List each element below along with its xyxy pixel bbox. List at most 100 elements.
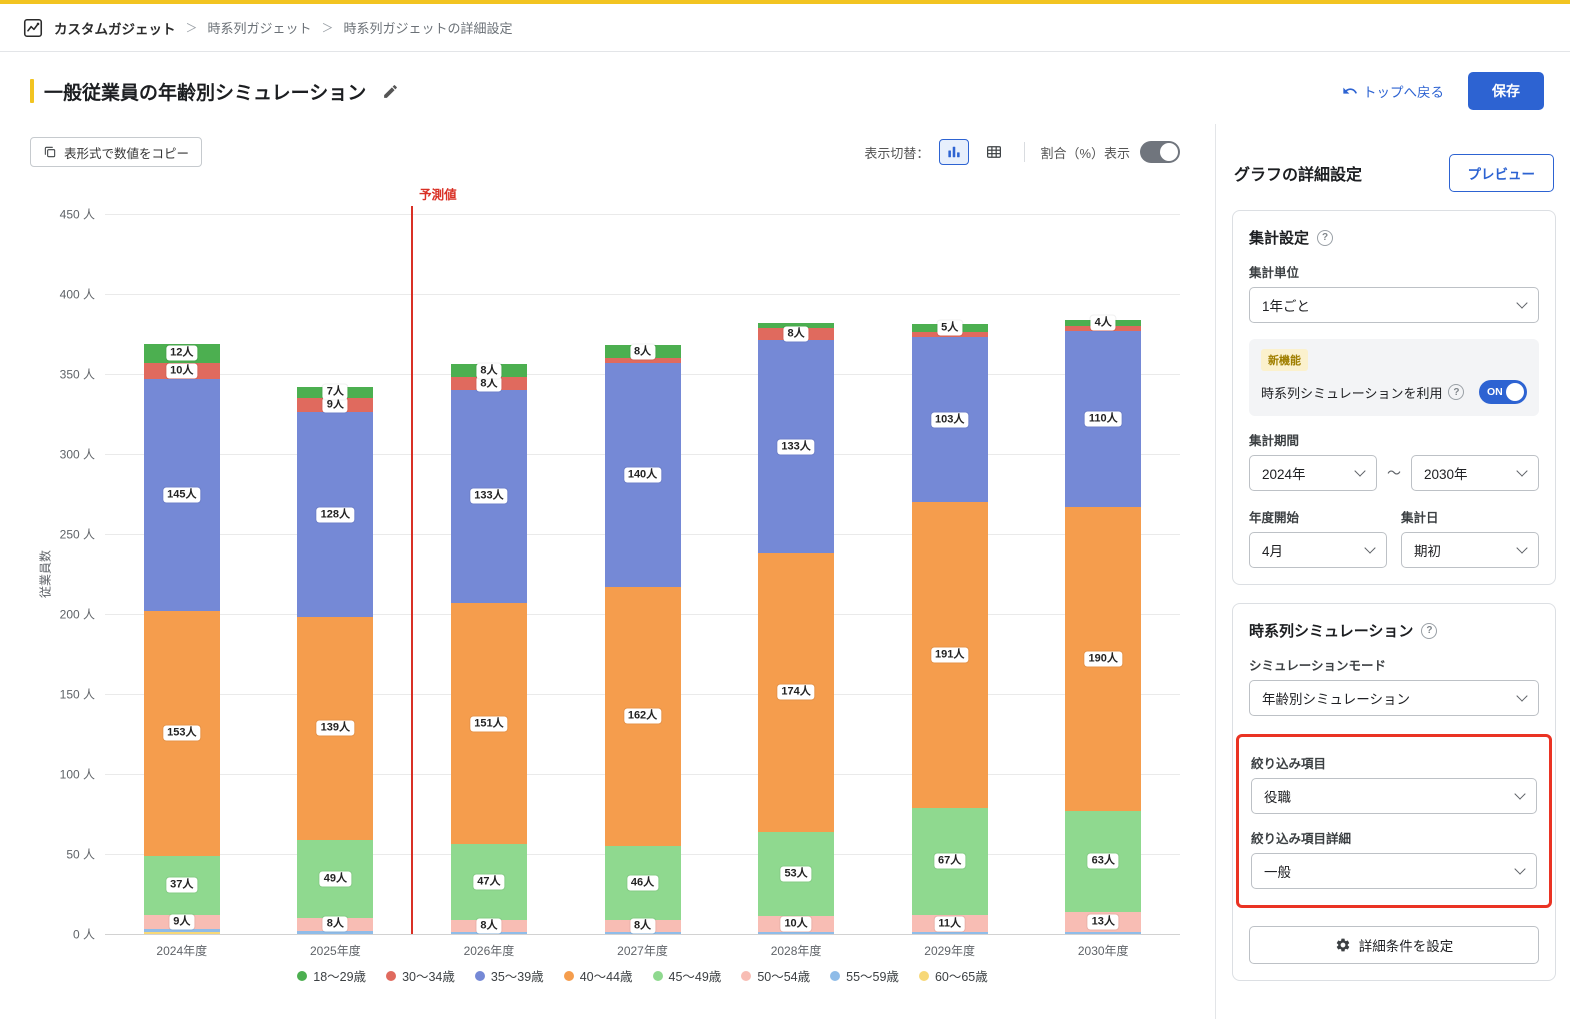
- toolbar-divider: [1024, 142, 1025, 162]
- aggregation-date-value: 期初: [1414, 540, 1441, 560]
- aggregation-settings-title: 集計設定: [1249, 227, 1309, 248]
- help-icon[interactable]: ?: [1317, 230, 1333, 246]
- legend-color-dot: [653, 971, 663, 981]
- bar-value-label: 133人: [470, 489, 507, 504]
- x-axis-label: 2030年度: [1078, 942, 1129, 959]
- period-from-value: 2024年: [1262, 463, 1306, 483]
- bar-value-label: 151人: [470, 716, 507, 731]
- legend-item: 40〜44歳: [564, 966, 633, 985]
- filter-item-select[interactable]: 役職: [1251, 778, 1537, 814]
- fiscal-start-value: 4月: [1262, 540, 1283, 560]
- timeseries-simulation-card: 時系列シミュレーション ? シミュレーションモード 年齢別シミュレーション 絞り…: [1232, 603, 1556, 981]
- legend-label: 35〜39歳: [491, 966, 544, 985]
- chevron-down-icon: [1516, 542, 1527, 553]
- bar-value-label: 145人: [163, 487, 200, 502]
- y-tick-label: 200 人: [60, 606, 95, 623]
- chevron-down-icon: [1514, 863, 1525, 874]
- chart-view-button[interactable]: [939, 139, 969, 165]
- bar-2029年度: 11人67人191人103人5人: [912, 214, 988, 934]
- filter-detail-select[interactable]: 一般: [1251, 853, 1537, 889]
- fiscal-start-select[interactable]: 4月: [1249, 532, 1387, 568]
- highlight-red-box: 絞り込み項目 役職 絞り込み項目詳細 一般: [1236, 734, 1552, 908]
- breadcrumb-item-timeseries-gadget[interactable]: 時系列ガジェット: [208, 18, 312, 37]
- bar-value-label: 191人: [931, 647, 968, 662]
- simulation-mode-value: 年齢別シミュレーション: [1262, 688, 1410, 708]
- new-feature-badge: 新機能: [1261, 349, 1308, 371]
- aggregation-unit-value: 1年ごと: [1262, 295, 1310, 315]
- preview-button[interactable]: プレビュー: [1449, 154, 1555, 192]
- x-axis-label: 2028年度: [771, 942, 822, 959]
- y-tick-label: 450 人: [60, 206, 95, 223]
- legend-label: 40〜44歳: [580, 966, 633, 985]
- legend-item: 30〜34歳: [386, 966, 455, 985]
- edit-title-button[interactable]: [380, 81, 401, 102]
- chart-toolbar: 表形式で数値をコピー 表示切替：: [30, 136, 1215, 168]
- undo-icon: [1342, 83, 1358, 99]
- breadcrumb-separator: ＞: [186, 19, 198, 36]
- legend-color-dot: [919, 971, 929, 981]
- copy-as-table-label: 表形式で数値をコピー: [64, 143, 189, 162]
- bar-value-label: 5人: [937, 321, 962, 336]
- x-axis-label: 2024年度: [156, 942, 207, 959]
- legend-color-dot: [564, 971, 574, 981]
- detail-conditions-button[interactable]: 詳細条件を設定: [1249, 926, 1539, 964]
- legend-label: 50〜54歳: [757, 966, 810, 985]
- display-switch-label: 表示切替：: [864, 143, 929, 162]
- y-axis-title: 従業員数: [37, 550, 54, 598]
- bar-value-label: 8人: [323, 917, 348, 932]
- bar-value-label: 53人: [780, 867, 811, 882]
- x-axis-label: 2027年度: [617, 942, 668, 959]
- legend-item: 55〜59歳: [830, 966, 899, 985]
- bar-value-label: 8人: [630, 344, 655, 359]
- legend-item: 45〜49歳: [653, 966, 722, 985]
- bar-value-label: 49人: [320, 871, 351, 886]
- bar-2030年度: 13人63人190人110人4人: [1065, 214, 1141, 934]
- y-tick-label: 350 人: [60, 366, 95, 383]
- bar-value-label: 10人: [166, 363, 197, 378]
- bar-value-label: 174人: [777, 685, 814, 700]
- bar-value-label: 153人: [163, 726, 200, 741]
- period-to-select[interactable]: 2030年: [1411, 455, 1539, 491]
- bar-value-label: 46人: [627, 875, 658, 890]
- legend-color-dot: [386, 971, 396, 981]
- bar-value-label: 63人: [1088, 854, 1119, 869]
- breadcrumb-item-custom-gadget[interactable]: カスタムガジェット: [54, 18, 176, 38]
- bar-value-label: 13人: [1088, 915, 1119, 930]
- pencil-icon: [382, 83, 399, 100]
- bar-segment: [144, 929, 220, 932]
- legend-label: 18〜29歳: [313, 966, 366, 985]
- chart-legend: 18〜29歳 30〜34歳 35〜39歳 40〜44歳 45〜49歳 50〜54歳 55〜5…: [105, 966, 1180, 985]
- legend-label: 60〜65歳: [935, 966, 988, 985]
- copy-as-table-button[interactable]: 表形式で数値をコピー: [30, 137, 202, 167]
- aggregation-settings-card: 集計設定 ? 集計単位 1年ごと 新機能 時系列シミュレーションを利用 ? ON: [1232, 210, 1556, 585]
- table-icon: [985, 143, 1003, 161]
- help-icon[interactable]: ?: [1421, 623, 1437, 639]
- legend-item: 18〜29歳: [297, 966, 366, 985]
- x-axis-label: 2026年度: [464, 942, 515, 959]
- y-tick-label: 400 人: [60, 286, 95, 303]
- table-view-button[interactable]: [979, 139, 1009, 165]
- aggregation-unit-select[interactable]: 1年ごと: [1249, 287, 1539, 323]
- simulation-mode-select[interactable]: 年齢別シミュレーション: [1249, 680, 1539, 716]
- back-to-top-link[interactable]: トップへ戻る: [1342, 81, 1444, 101]
- filter-item-label: 絞り込み項目: [1251, 753, 1537, 772]
- percent-display-toggle[interactable]: [1140, 141, 1180, 163]
- period-from-select[interactable]: 2024年: [1249, 455, 1377, 491]
- y-tick-label: 50 人: [66, 846, 95, 863]
- title-bar: 一般従業員の年齢別シミュレーション トップへ戻る 保存: [0, 52, 1570, 124]
- x-axis-label: 2029年度: [924, 942, 975, 959]
- chevron-down-icon: [1516, 465, 1527, 476]
- aggregation-unit-label: 集計単位: [1249, 262, 1539, 281]
- save-button[interactable]: 保存: [1468, 72, 1544, 110]
- legend-label: 45〜49歳: [669, 966, 722, 985]
- help-icon[interactable]: ?: [1448, 384, 1464, 400]
- bar-2028年度: 10人53人174人133人8人: [758, 214, 834, 934]
- toggle-knob: [1506, 383, 1524, 401]
- timeseries-simulation-toggle[interactable]: ON: [1479, 380, 1527, 404]
- x-axis-label: 2025年度: [310, 942, 361, 959]
- bar-value-label: 162人: [624, 709, 661, 724]
- aggregation-date-select[interactable]: 期初: [1401, 532, 1539, 568]
- bar-value-label: 103人: [931, 412, 968, 427]
- bar-value-label: 9人: [169, 915, 194, 930]
- chevron-down-icon: [1516, 297, 1527, 308]
